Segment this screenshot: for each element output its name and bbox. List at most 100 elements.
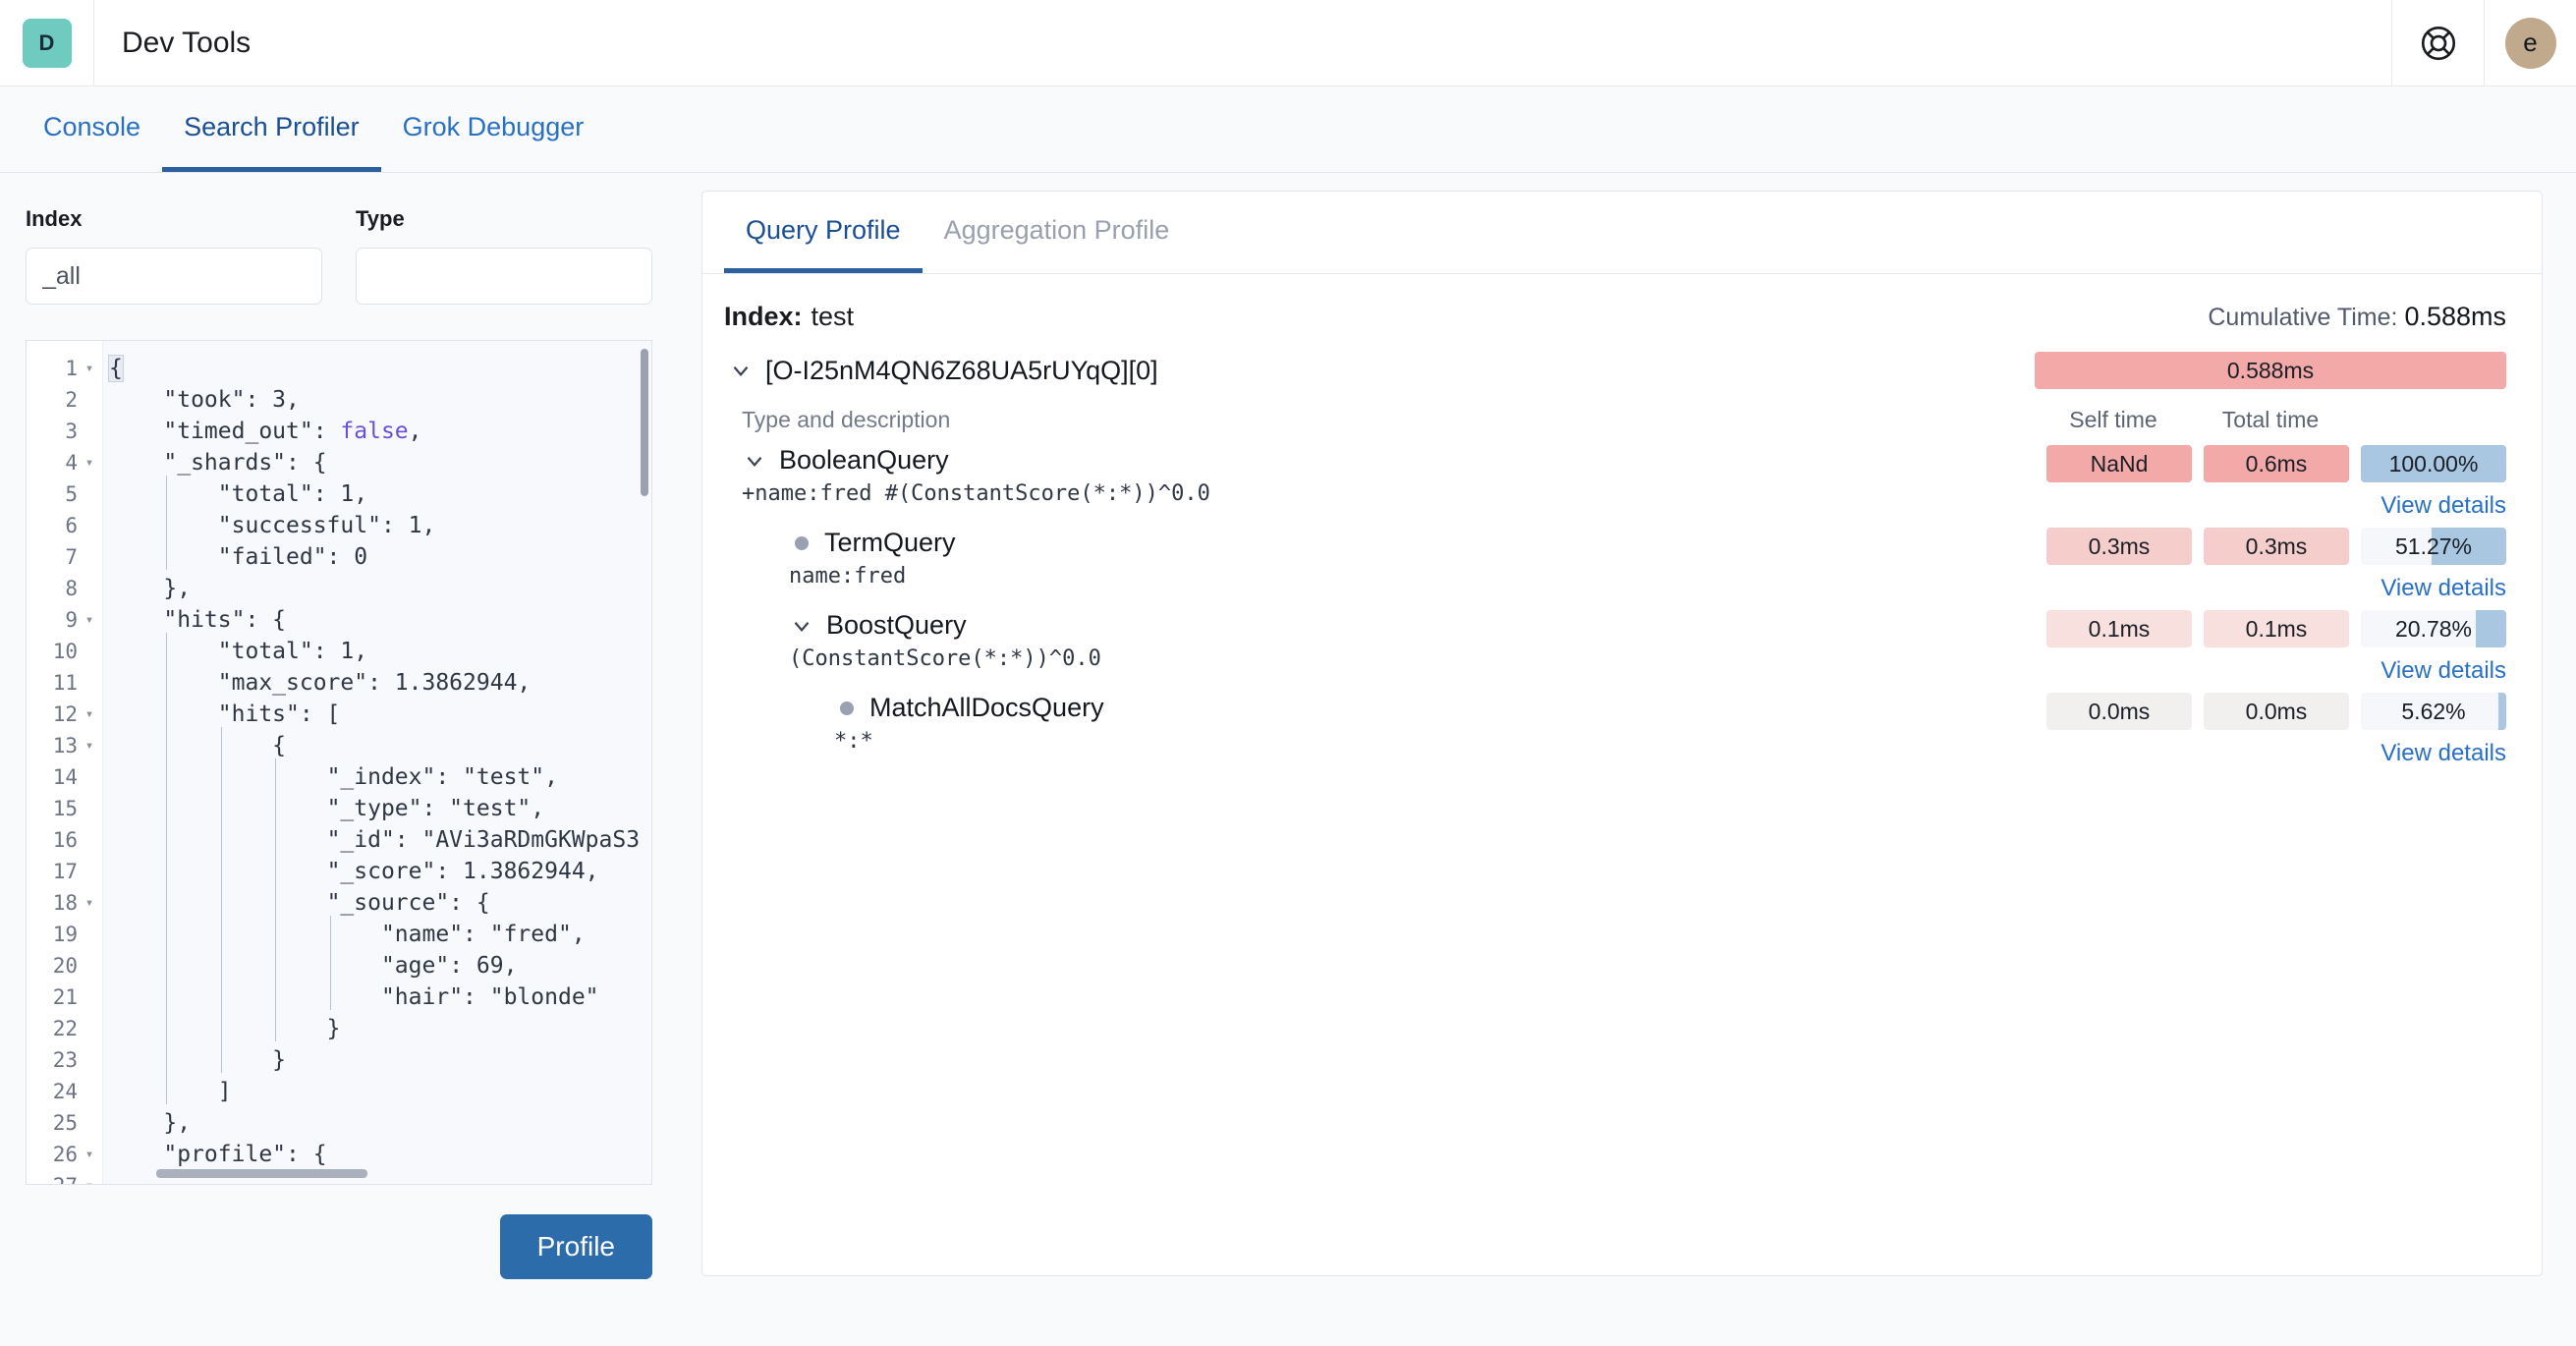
editor-line-number[interactable]: 6▾ <box>27 510 102 541</box>
tab-grok-debugger[interactable]: Grok Debugger <box>381 86 606 172</box>
page-title: Dev Tools <box>94 0 2391 85</box>
editor-line[interactable]: "_shards": { <box>109 447 651 478</box>
editor-line[interactable]: } <box>109 1013 651 1044</box>
editor-vertical-scrollbar[interactable] <box>641 349 648 496</box>
chevron-down-icon[interactable] <box>728 358 754 383</box>
query-node-title-line[interactable]: BooleanQuery <box>742 445 1210 476</box>
editor-line[interactable]: "_id": "AVi3aRDmGKWpaS3 <box>109 824 651 856</box>
query-node-title-line[interactable]: TermQuery <box>789 528 956 558</box>
editor-line-number[interactable]: 23▾ <box>27 1044 102 1076</box>
editor-line-number[interactable]: 10▾ <box>27 636 102 667</box>
index-field-group: Index <box>26 206 322 305</box>
editor-line[interactable]: "_type": "test", <box>109 793 651 824</box>
editor-line[interactable]: "total": 1, <box>109 636 651 667</box>
editor-line[interactable]: "hair": "blonde" <box>109 981 651 1013</box>
shard-time-bar: 0.588ms <box>2035 352 2506 389</box>
percent-cell: 100.00% <box>2361 445 2506 482</box>
index-input[interactable] <box>26 248 322 305</box>
editor-line-number[interactable]: 15▾ <box>27 793 102 824</box>
editor-line[interactable]: "total": 1, <box>109 478 651 510</box>
editor-line-number[interactable]: 16▾ <box>27 824 102 856</box>
main-body: Index Type 1▾2▾3▾4▾5▾6▾7▾8▾9▾10▾11▾12▾13… <box>0 173 2576 1346</box>
chevron-down-icon[interactable] <box>742 448 767 474</box>
column-header-percent <box>2349 407 2506 433</box>
editor-line-number[interactable]: 21▾ <box>27 981 102 1013</box>
editor-horizontal-scrollbar[interactable] <box>156 1169 367 1178</box>
editor-line-number[interactable]: 24▾ <box>27 1076 102 1107</box>
profile-button[interactable]: Profile <box>500 1214 652 1279</box>
view-details-link[interactable]: View details <box>2380 575 2506 602</box>
editor-line-number[interactable]: 22▾ <box>27 1013 102 1044</box>
query-node-description: (ConstantScore(*:*))^0.0 <box>789 646 1101 671</box>
editor-line[interactable]: { <box>109 730 651 761</box>
editor-line-number[interactable]: 5▾ <box>27 478 102 510</box>
leaf-node-icon <box>840 701 854 715</box>
app-logo[interactable]: D <box>23 19 72 68</box>
editor-line[interactable]: "took": 3, <box>109 384 651 416</box>
editor-line-number[interactable]: 3▾ <box>27 416 102 447</box>
editor-line-number[interactable]: 13▾ <box>27 730 102 761</box>
editor-line-number[interactable]: 18▾ <box>27 887 102 919</box>
query-node-row: MatchAllDocsQuery*:*0.0ms0.0ms5.62%View … <box>702 685 2542 767</box>
query-node-title-line[interactable]: BoostQuery <box>789 610 1101 641</box>
tab-search-profiler[interactable]: Search Profiler <box>162 86 381 172</box>
editor-line[interactable]: { <box>109 353 651 384</box>
editor-line[interactable]: } <box>109 1044 651 1076</box>
editor-line[interactable]: "name": "fred", <box>109 919 651 950</box>
editor-line-number[interactable]: 4▾ <box>27 447 102 478</box>
query-node-title-line[interactable]: MatchAllDocsQuery <box>834 693 1104 723</box>
editor-line-number[interactable]: 12▾ <box>27 699 102 730</box>
editor-line[interactable]: "_index": "test", <box>109 761 651 793</box>
editor-line-number[interactable]: 19▾ <box>27 919 102 950</box>
view-details-link[interactable]: View details <box>2380 492 2506 520</box>
editor-line[interactable]: "max_score": 1.3862944, <box>109 667 651 699</box>
total-time-cell: 0.1ms <box>2204 610 2349 647</box>
editor-line[interactable]: "hits": { <box>109 604 651 636</box>
editor-line-number[interactable]: 8▾ <box>27 573 102 604</box>
editor-line[interactable]: "failed": 0 <box>109 541 651 573</box>
editor-line[interactable]: "age": 69, <box>109 950 651 981</box>
view-details-link[interactable]: View details <box>2380 657 2506 685</box>
query-fields: Index Type <box>26 206 652 305</box>
editor-line-number[interactable]: 1▾ <box>27 353 102 384</box>
editor-line[interactable]: "successful": 1, <box>109 510 651 541</box>
editor-line[interactable]: "profile": { <box>109 1139 651 1170</box>
editor-line-number[interactable]: 9▾ <box>27 604 102 636</box>
tab-aggregation-profile[interactable]: Aggregation Profile <box>923 192 1192 273</box>
main-tab-bar: Console Search Profiler Grok Debugger <box>0 86 2576 173</box>
editor-line[interactable]: ] <box>109 1076 651 1107</box>
tab-query-profile[interactable]: Query Profile <box>724 192 923 273</box>
query-node-metrics: 0.3ms0.3ms51.27%View details <box>2046 528 2506 602</box>
column-headers: Type and description Self time Total tim… <box>702 389 2542 437</box>
tab-console[interactable]: Console <box>22 86 162 172</box>
editor-line-number[interactable]: 11▾ <box>27 667 102 699</box>
type-label: Type <box>356 206 652 232</box>
lifebuoy-icon <box>2418 23 2459 64</box>
editor-line-number[interactable]: 27▾ <box>27 1170 102 1185</box>
editor-line-number[interactable]: 7▾ <box>27 541 102 573</box>
json-editor[interactable]: 1▾2▾3▾4▾5▾6▾7▾8▾9▾10▾11▾12▾13▾14▾15▾16▾1… <box>26 340 652 1185</box>
editor-line-number[interactable]: 17▾ <box>27 856 102 887</box>
view-details-link[interactable]: View details <box>2380 740 2506 767</box>
chevron-down-icon[interactable] <box>789 613 814 639</box>
type-input[interactable] <box>356 248 652 305</box>
percent-label: 5.62% <box>2401 699 2465 725</box>
query-node-info: BooleanQuery+name:fred #(ConstantScore(*… <box>742 445 1210 520</box>
editor-line-number[interactable]: 26▾ <box>27 1139 102 1170</box>
editor-line-number[interactable]: 20▾ <box>27 950 102 981</box>
editor-line[interactable]: "timed_out": false, <box>109 416 651 447</box>
editor-line[interactable]: }, <box>109 1107 651 1139</box>
brand-cell: D <box>0 0 94 85</box>
editor-code-area[interactable]: { "took": 3, "timed_out": false, "_shard… <box>103 341 651 1184</box>
editor-line-number[interactable]: 2▾ <box>27 384 102 416</box>
editor-line[interactable]: "_source": { <box>109 887 651 919</box>
shard-row[interactable]: [O-I25nM4QN6Z68UA5rUYqQ][0] 0.588ms <box>702 342 2542 389</box>
editor-line-number[interactable]: 14▾ <box>27 761 102 793</box>
editor-line[interactable]: "_score": 1.3862944, <box>109 856 651 887</box>
editor-line[interactable]: }, <box>109 573 651 604</box>
editor-line[interactable]: "hits": [ <box>109 699 651 730</box>
editor-line-number[interactable]: 25▾ <box>27 1107 102 1139</box>
shard-id: [O-I25nM4QN6Z68UA5rUYqQ][0] <box>765 356 1158 386</box>
help-button[interactable] <box>2391 0 2484 85</box>
user-menu-button[interactable]: e <box>2484 0 2576 85</box>
